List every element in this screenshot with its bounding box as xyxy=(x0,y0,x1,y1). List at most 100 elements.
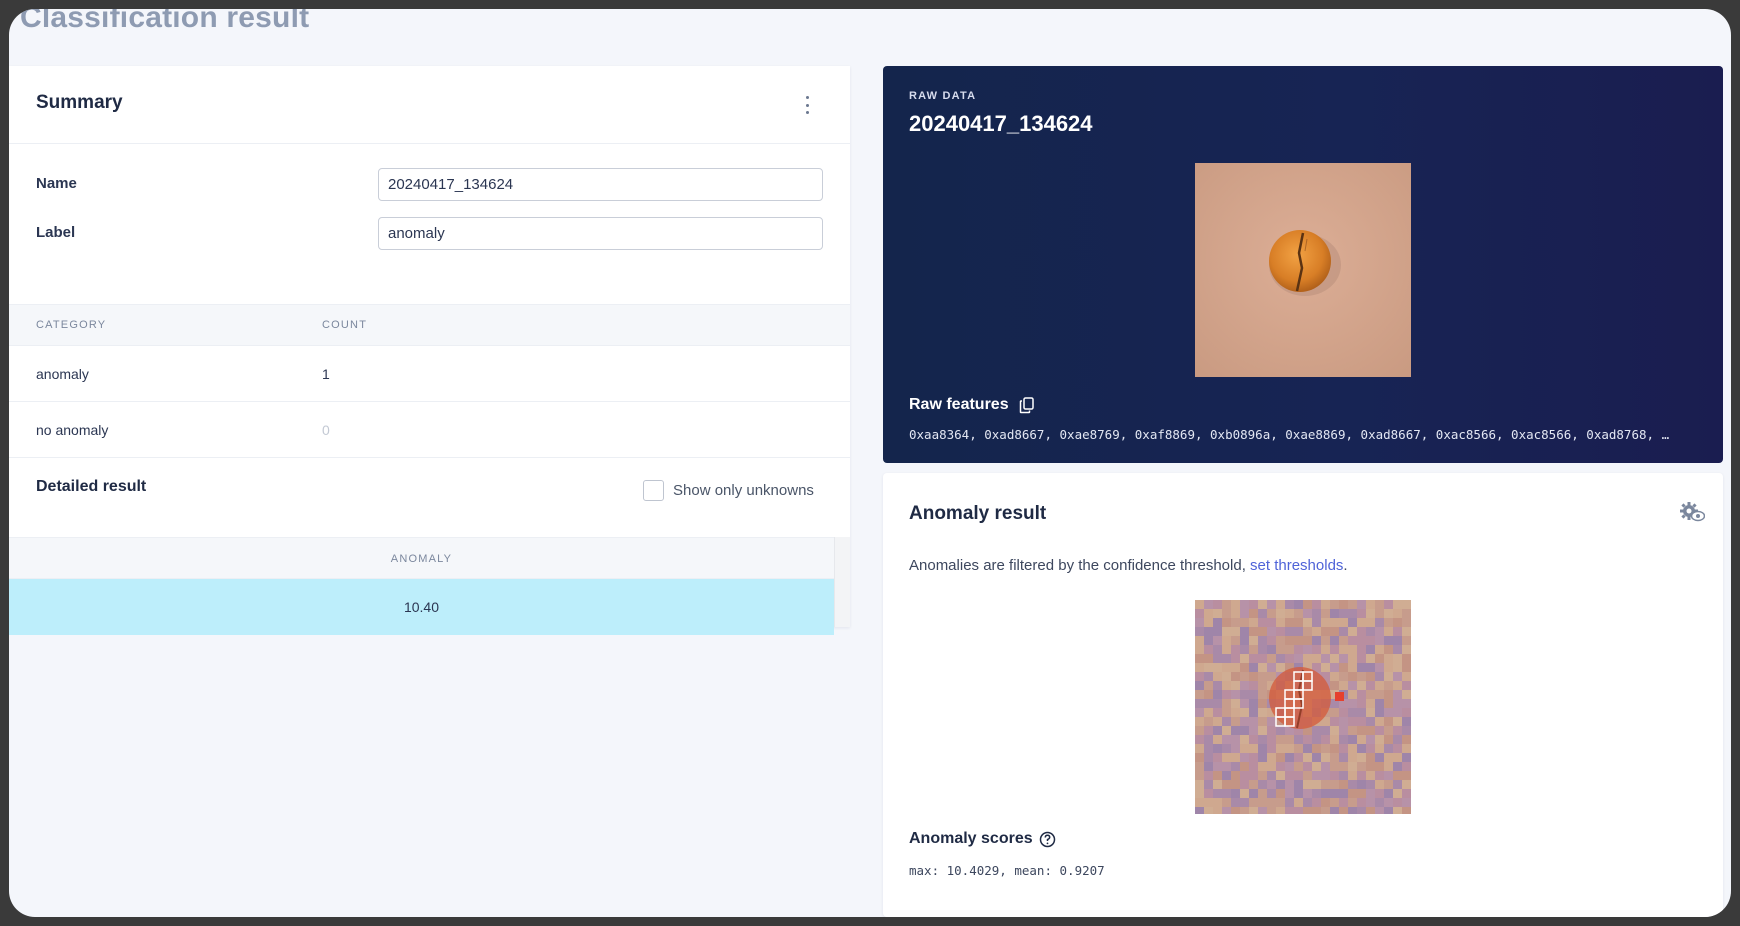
heatmap-cell xyxy=(1375,807,1385,814)
heatmap-cell xyxy=(1276,789,1286,799)
heatmap-cell xyxy=(1339,771,1349,781)
heatmap-cell xyxy=(1375,672,1385,682)
heatmap-cell xyxy=(1339,753,1349,763)
heatmap-cell xyxy=(1339,627,1349,637)
heatmap-cell xyxy=(1357,699,1367,709)
heatmap-cell xyxy=(1222,690,1232,700)
name-field[interactable] xyxy=(378,168,823,201)
copy-icon[interactable] xyxy=(1019,396,1035,414)
heatmap-cell xyxy=(1357,609,1367,619)
heatmap-cell xyxy=(1375,708,1385,718)
heatmap-cell xyxy=(1384,744,1394,754)
heatmap-cell xyxy=(1303,627,1313,637)
heatmap-cell xyxy=(1330,627,1340,637)
heatmap-cell xyxy=(1195,645,1205,655)
heatmap-cell xyxy=(1357,717,1367,727)
heatmap-cell xyxy=(1357,645,1367,655)
heatmap-cell xyxy=(1402,771,1411,781)
heatmap-cell xyxy=(1285,654,1295,664)
heatmap-cell xyxy=(1384,789,1394,799)
heatmap-cell xyxy=(1357,636,1367,646)
heatmap-cell xyxy=(1366,681,1376,691)
count-column-header: COUNT xyxy=(322,319,368,331)
heatmap-cell xyxy=(1321,636,1331,646)
heatmap-cell xyxy=(1276,762,1286,772)
show-only-unknowns-toggle[interactable]: Show only unknowns xyxy=(643,479,814,501)
heatmap-cell xyxy=(1276,753,1286,763)
heatmap-cell xyxy=(1204,654,1214,664)
summary-title: Summary xyxy=(36,92,123,113)
heatmap-cell xyxy=(1231,798,1241,808)
heatmap-cell xyxy=(1240,681,1250,691)
heatmap-cell xyxy=(1294,753,1304,763)
heatmap-cell xyxy=(1312,807,1322,814)
heatmap-cell xyxy=(1249,672,1259,682)
heatmap-cell xyxy=(1303,744,1313,754)
heatmap-cell xyxy=(1249,627,1259,637)
set-thresholds-link[interactable]: set thresholds xyxy=(1250,557,1343,574)
heatmap-cell xyxy=(1213,807,1223,814)
heatmap-cell xyxy=(1240,726,1250,736)
heatmap-cell xyxy=(1267,636,1277,646)
help-circle-icon[interactable] xyxy=(1039,831,1056,848)
label-field[interactable] xyxy=(378,217,823,250)
heatmap-cell xyxy=(1303,798,1313,808)
heatmap-cell xyxy=(1204,618,1214,628)
heatmap-cell xyxy=(1294,627,1304,637)
heatmap-cell xyxy=(1249,600,1259,610)
heatmap-cell xyxy=(1402,600,1411,610)
heatmap-cell xyxy=(1195,636,1205,646)
heatmap-cell xyxy=(1195,681,1205,691)
heatmap-cell xyxy=(1321,780,1331,790)
more-options-icon[interactable] xyxy=(804,96,810,114)
category-column-header: CATEGORY xyxy=(36,319,107,331)
heatmap-cell xyxy=(1231,645,1241,655)
heatmap-cell xyxy=(1249,699,1259,709)
heatmap-cell xyxy=(1366,735,1376,745)
heatmap-cell xyxy=(1195,618,1205,628)
heatmap-cell xyxy=(1231,807,1241,814)
detailed-result-table: ANOMALY 10.40 xyxy=(9,537,834,635)
heatmap-cell xyxy=(1393,807,1403,814)
heatmap-cell xyxy=(1303,645,1313,655)
heatmap-cell xyxy=(1393,789,1403,799)
show-only-unknowns-checkbox[interactable] xyxy=(643,479,664,501)
heatmap-cell xyxy=(1330,726,1340,736)
heatmap-cell xyxy=(1267,627,1277,637)
heatmap-cell xyxy=(1393,654,1403,664)
heatmap-cell xyxy=(1303,780,1313,790)
anomaly-description-text: Anomalies are filtered by the confidence… xyxy=(909,557,1251,574)
heatmap-cell xyxy=(1348,627,1358,637)
heatmap-cell xyxy=(1375,600,1385,610)
heatmap-cell xyxy=(1231,726,1241,736)
heatmap-cell xyxy=(1294,771,1304,781)
table-scrollbar[interactable] xyxy=(834,537,850,627)
page-title: Classification result xyxy=(20,9,310,34)
heatmap-cell xyxy=(1357,780,1367,790)
heatmap-cell xyxy=(1222,609,1232,619)
heatmap-cell xyxy=(1348,717,1358,727)
heatmap-cell xyxy=(1393,771,1403,781)
heatmap-cell xyxy=(1276,618,1286,628)
heatmap-cell xyxy=(1357,618,1367,628)
heatmap-cell xyxy=(1294,645,1304,655)
heatmap-cell xyxy=(1231,762,1241,772)
label-label: Label xyxy=(36,224,76,241)
heatmap-cell xyxy=(1285,807,1295,814)
heatmap-cell xyxy=(1258,762,1268,772)
name-label: Name xyxy=(36,175,77,192)
heatmap-cell xyxy=(1258,780,1268,790)
heatmap-cell xyxy=(1240,717,1250,727)
heatmap-cell xyxy=(1402,798,1411,808)
heatmap-cell xyxy=(1285,744,1295,754)
heatmap-cell xyxy=(1393,744,1403,754)
heatmap-cell xyxy=(1312,753,1322,763)
heatmap-cell xyxy=(1366,654,1376,664)
heatmap-cell xyxy=(1393,717,1403,727)
heatmap-cell xyxy=(1240,798,1250,808)
gear-eye-icon[interactable] xyxy=(1679,501,1705,523)
table-row[interactable]: 10.40 xyxy=(9,579,834,635)
heatmap-cell xyxy=(1393,780,1403,790)
heatmap-cell xyxy=(1249,717,1259,727)
heatmap-cell xyxy=(1222,672,1232,682)
